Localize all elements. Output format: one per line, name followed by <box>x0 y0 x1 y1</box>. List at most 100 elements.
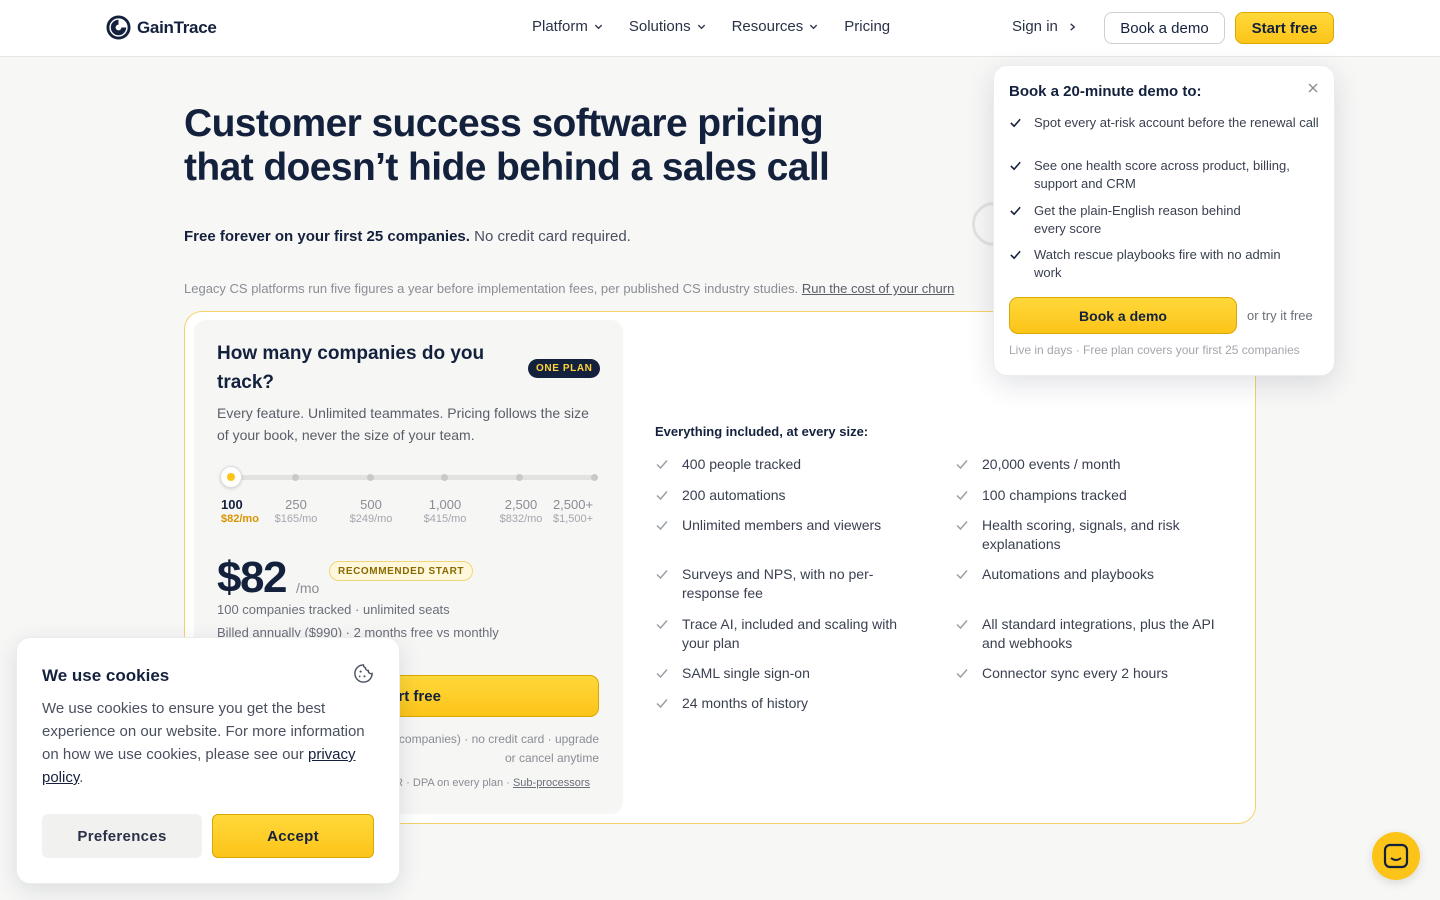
check-icon <box>656 699 668 709</box>
check-icon <box>956 669 968 679</box>
feature-label: Trace AI, included and scaling with your… <box>682 616 898 651</box>
hero-subtitle-bold: Free forever on your first 25 companies. <box>184 228 470 245</box>
popover-book-demo-button[interactable]: Book a demo <box>1009 297 1237 334</box>
feature-label: All standard integrations, plus the API … <box>982 616 1215 651</box>
chat-icon <box>1383 843 1409 869</box>
feature-item: 400 people tracked <box>655 455 925 474</box>
demo-popover-footnote: Live in days · Free plan covers your fir… <box>1009 343 1300 357</box>
demo-benefit: See one health score across product, bil… <box>1009 157 1321 193</box>
stop-count: 1,000 <box>428 497 462 512</box>
companies-slider-track[interactable] <box>230 475 598 480</box>
check-icon <box>956 620 968 630</box>
slider-stop-2500[interactable]: 2,500 $832/mo <box>492 497 550 525</box>
cookie-preferences-button[interactable]: Preferences <box>42 814 202 858</box>
feature-label: Surveys and NPS, with no per-response fe… <box>682 566 874 601</box>
brand-name: GainTrace <box>137 17 217 37</box>
stop-price: $1,500+ <box>552 513 594 525</box>
price-period: /mo <box>296 580 320 596</box>
feature-item: Health scoring, signals, and risk explan… <box>955 516 1230 554</box>
recommended-badge: RECOMMENDED START <box>329 561 474 581</box>
stop-count: 250 <box>285 497 307 512</box>
chevron-down-icon <box>810 24 818 30</box>
cookie-message-end: . <box>79 769 84 786</box>
check-icon <box>656 460 668 470</box>
menu-resources[interactable]: Resources <box>732 18 819 35</box>
menu-resources-label: Resources <box>731 18 804 35</box>
slider-tick[interactable] <box>367 474 374 481</box>
feature-label: 100 champions tracked <box>982 487 1127 503</box>
feature-item: Connector sync every 2 hours <box>955 664 1230 683</box>
plan-price: $82 <box>217 553 287 602</box>
slider-tick[interactable] <box>591 474 598 481</box>
demo-benefit-label: See one health score across product, bil… <box>1034 158 1290 191</box>
start-free-button[interactable]: Start free <box>1235 12 1334 44</box>
feature-item: Unlimited members and viewers <box>655 516 925 535</box>
slider-stop-250[interactable]: 250 $165/mo <box>268 497 324 525</box>
slider-tick[interactable] <box>441 474 448 481</box>
chat-launcher[interactable] <box>1372 832 1420 880</box>
feature-item: 100 champions tracked <box>955 486 1230 505</box>
chevron-right-icon <box>1070 22 1076 31</box>
chevron-down-icon <box>697 24 705 30</box>
stop-price: $82/mo <box>221 513 259 525</box>
feature-label: 20,000 events / month <box>982 456 1121 472</box>
page-title: Customer success software pricing that d… <box>184 102 864 190</box>
feature-label: Health scoring, signals, and risk explan… <box>982 517 1180 552</box>
churn-cost-link[interactable]: Run the cost of your churn <box>802 281 954 296</box>
cookie-accept-button[interactable]: Accept <box>212 814 374 858</box>
slider-stop-2500-plus[interactable]: 2,500+ $1,500+ <box>546 497 600 525</box>
hero-subtitle: Free forever on your first 25 companies.… <box>184 228 631 245</box>
check-icon <box>656 521 668 531</box>
sub-processors-link[interactable]: Sub-processors <box>513 777 590 789</box>
sign-in-link[interactable]: Sign in <box>1012 18 1077 35</box>
check-icon <box>956 570 968 580</box>
page-title-line-1: Customer success software pricing <box>184 102 824 145</box>
slider-tick[interactable] <box>516 474 523 481</box>
slider-stop-100[interactable]: 100 $82/mo <box>221 497 259 525</box>
slider-stop-1000[interactable]: 1,000 $415/mo <box>416 497 474 525</box>
feature-label: 24 months of history <box>682 695 809 711</box>
feature-item: All standard integrations, plus the API … <box>955 615 1230 653</box>
main-menu: Platform Solutions Resources Pricing <box>532 18 890 35</box>
stop-count: 2,500+ <box>552 497 594 512</box>
stop-count: 500 <box>360 497 382 512</box>
page-title-line-2: that doesn’t hide behind a sales call <box>184 146 830 189</box>
demo-benefit: Get the plain-English reason behind ever… <box>1009 202 1321 238</box>
check-icon <box>656 491 668 501</box>
hero-note-text: Legacy CS platforms run five figures a y… <box>184 281 799 296</box>
stop-price: $249/mo <box>349 513 393 525</box>
menu-solutions[interactable]: Solutions <box>629 18 706 35</box>
menu-pricing-label: Pricing <box>844 18 891 35</box>
stop-count: 2,500 <box>504 497 538 512</box>
check-icon <box>1010 161 1021 171</box>
book-demo-button[interactable]: Book a demo <box>1104 12 1225 44</box>
menu-platform[interactable]: Platform <box>532 18 603 35</box>
stop-price: $832/mo <box>499 513 543 525</box>
one-plan-badge: ONE PLAN <box>528 359 601 378</box>
feature-item: Automations and playbooks <box>955 565 1230 584</box>
gaintrace-logo-icon <box>106 15 131 40</box>
hero-subtitle-rest: No credit card required. <box>474 228 631 245</box>
feature-label: Unlimited members and viewers <box>682 517 882 533</box>
menu-pricing[interactable]: Pricing <box>844 18 890 35</box>
brand-logo[interactable]: GainTrace <box>106 15 217 40</box>
companies-slider-handle[interactable] <box>220 466 242 488</box>
close-icon[interactable] <box>1306 81 1320 95</box>
check-icon <box>1010 118 1021 128</box>
demo-benefit-label: Spot every at-risk account before the re… <box>1034 115 1319 130</box>
sign-in-label: Sign in <box>1012 18 1058 35</box>
slider-stop-500[interactable]: 500 $249/mo <box>342 497 400 525</box>
feature-label: 200 automations <box>682 487 786 503</box>
feature-item: 20,000 events / month <box>955 455 1230 474</box>
feature-label: Connector sync every 2 hours <box>982 665 1168 681</box>
feature-item: Surveys and NPS, with no per-response fe… <box>655 565 925 603</box>
check-icon <box>1010 206 1021 216</box>
check-icon <box>956 491 968 501</box>
demo-benefit-label: Get the plain-English reason behind ever… <box>1034 203 1241 236</box>
chevron-down-icon <box>594 24 602 30</box>
try-free-link[interactable]: or try it free <box>1247 308 1313 323</box>
tracked-summary: 100 companies tracked · unlimited seats <box>217 602 450 617</box>
top-nav: GainTrace Platform Solutions Resources P… <box>0 0 1440 57</box>
slider-tick[interactable] <box>292 474 299 481</box>
feature-item: 24 months of history <box>655 694 925 713</box>
